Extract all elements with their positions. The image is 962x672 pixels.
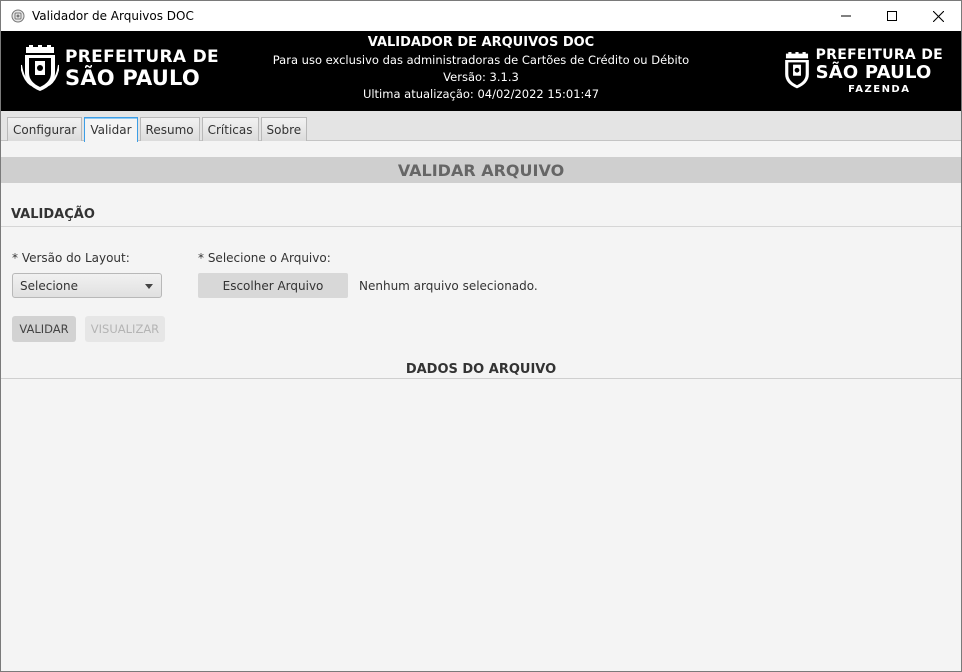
app-subtitle: Para uso exclusivo das administradoras d…: [272, 53, 690, 67]
logo-line3: FAZENDA: [848, 83, 911, 95]
logo-line2: SÃO PAULO: [65, 66, 200, 90]
city-seal-icon: [21, 45, 59, 91]
app-window: Validador de Arquivos DOC PREFEITURA DE …: [0, 0, 962, 672]
layout-version-value: Selecione: [20, 278, 78, 293]
close-icon: [932, 10, 944, 22]
close-button[interactable]: [915, 1, 961, 31]
file-data-panel: [1, 378, 961, 671]
tab-validar[interactable]: Validar: [84, 117, 138, 142]
tab-sobre[interactable]: Sobre: [260, 117, 308, 141]
minimize-icon: [841, 15, 851, 17]
prefeitura-logo-text: PREFEITURA DE SÃO PAULO: [65, 49, 219, 89]
file-label: * Selecione o Arquivo:: [198, 251, 331, 265]
maximize-button[interactable]: [869, 1, 915, 31]
fazenda-logo: PREFEITURA DE SÃO PAULO FAZENDA: [782, 43, 943, 99]
title-bar: Validador de Arquivos DOC: [1, 1, 961, 31]
app-version: Versão: 3.1.3: [443, 70, 519, 84]
city-seal-icon: [11, 9, 25, 23]
fazenda-logo-text: PREFEITURA DE SÃO PAULO FAZENDA: [816, 48, 943, 95]
view-button[interactable]: VISUALIZAR: [85, 316, 165, 342]
tab-configurar[interactable]: Configurar: [7, 117, 83, 141]
tab-criticas[interactable]: Críticas: [201, 117, 259, 141]
layout-version-label: * Versão do Layout:: [12, 251, 130, 265]
file-data-title: DADOS DO ARQUIVO: [405, 362, 557, 377]
file-status: Nenhum arquivo selecionado.: [359, 279, 538, 293]
choose-file-button[interactable]: Escolher Arquivo: [198, 273, 348, 298]
minimize-button[interactable]: [823, 1, 869, 31]
tab-bar: Configurar Validar Resumo Críticas Sobre: [1, 111, 961, 142]
window-title: Validador de Arquivos DOC: [32, 9, 194, 23]
window-controls: [823, 1, 961, 31]
maximize-icon: [887, 11, 897, 21]
validation-title: VALIDAÇÃO: [11, 207, 95, 222]
logo-line2: SÃO PAULO: [815, 61, 932, 83]
banner-info: VALIDADOR DE ARQUIVOS DOC Para uso exclu…: [231, 34, 731, 103]
logo-line1: PREFEITURA DE: [65, 47, 219, 67]
validate-button[interactable]: VALIDAR: [12, 316, 76, 342]
divider: [1, 226, 961, 227]
logo-line1: PREFEITURA DE: [815, 46, 943, 63]
chevron-down-icon: [145, 284, 153, 289]
prefeitura-logo: PREFEITURA DE SÃO PAULO: [21, 43, 219, 95]
layout-version-select[interactable]: Selecione: [12, 273, 162, 298]
app-last-update: Ultima atualização: 04/02/2022 15:01:47: [362, 87, 600, 101]
tabs: Configurar Validar Resumo Críticas Sobre: [7, 117, 309, 142]
city-seal-icon: [784, 52, 809, 89]
app-title: VALIDADOR DE ARQUIVOS DOC: [367, 35, 595, 50]
section-title: VALIDAR ARQUIVO: [1, 157, 961, 183]
header-banner: PREFEITURA DE SÃO PAULO VALIDADOR DE ARQ…: [1, 31, 961, 111]
tab-resumo[interactable]: Resumo: [139, 117, 200, 141]
